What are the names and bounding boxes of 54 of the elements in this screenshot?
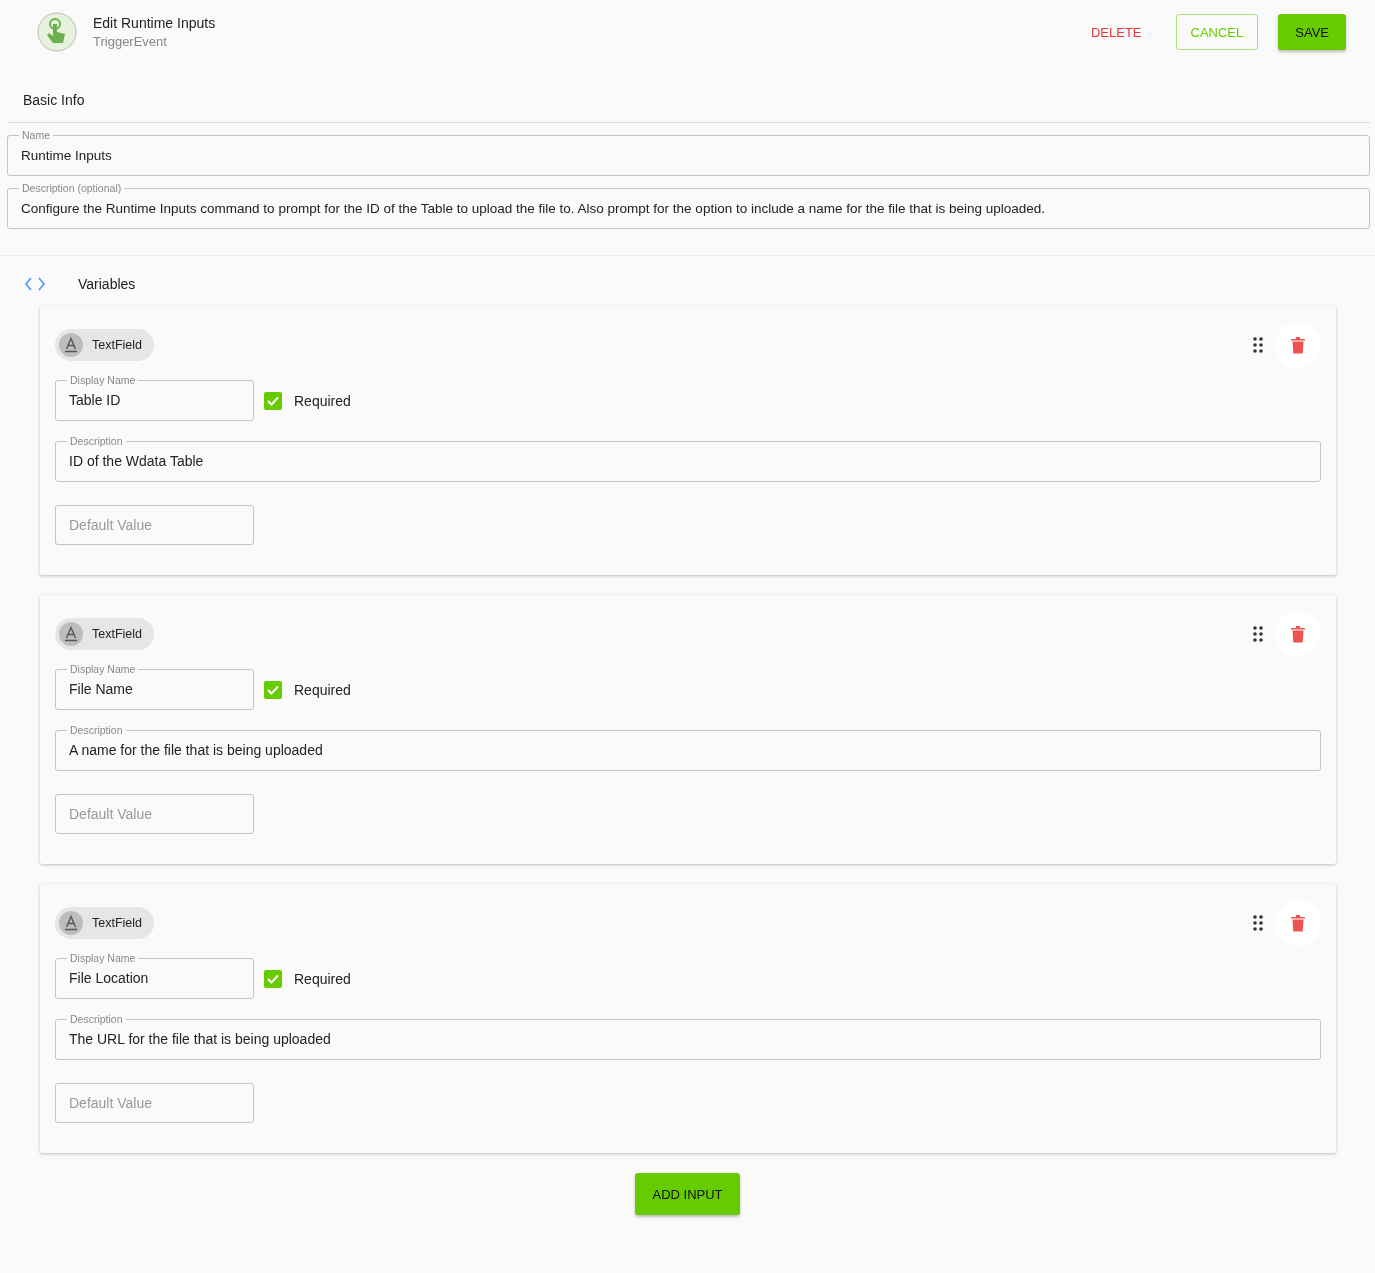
checkbox-label: Required	[294, 681, 351, 698]
type-label: TextField	[92, 338, 143, 352]
field-label: Name	[21, 129, 51, 141]
display-name-input[interactable]: File Name	[69, 675, 240, 703]
default-value-input[interactable]: Default Value	[55, 1083, 254, 1123]
drag-handle-icon[interactable]	[1253, 915, 1263, 931]
field-label: Description (optional)	[21, 182, 123, 194]
letter-a-icon	[59, 911, 83, 935]
name-input[interactable]: Runtime Inputs	[21, 141, 1356, 169]
field-label: Display Name	[69, 663, 137, 675]
type-label: TextField	[92, 916, 143, 930]
display-name-field[interactable]: Display Name File Location	[55, 952, 254, 999]
required-checkbox[interactable]	[264, 391, 282, 410]
save-button[interactable]: SAVE	[1278, 14, 1346, 50]
required-checkbox[interactable]	[264, 680, 282, 699]
description-input[interactable]: A name for the file that is being uploaded	[69, 736, 1307, 764]
display-name-field[interactable]: Display Name File Name	[55, 663, 254, 710]
field-label: Display Name	[69, 952, 137, 964]
drag-handle-icon[interactable]	[1253, 337, 1263, 353]
add-input-button[interactable]: ADD INPUT	[635, 1173, 740, 1215]
letter-a-icon	[59, 622, 83, 646]
page-title: Edit Runtime Inputs	[93, 15, 216, 31]
field-label: Description	[69, 1013, 124, 1025]
description-input[interactable]: ID of the Wdata Table	[69, 447, 1307, 475]
section-heading: Basic Info	[7, 64, 1370, 123]
section-heading: Variables	[78, 276, 136, 292]
field-label: Description	[69, 435, 124, 447]
description-input[interactable]: The URL for the file that is being uploaded	[69, 1025, 1307, 1053]
drag-handle-icon[interactable]	[1253, 626, 1263, 642]
description-field[interactable]: Description ID of the Wdata Table	[55, 435, 1321, 482]
display-name-input[interactable]: File Location	[69, 964, 240, 992]
page-subtitle: TriggerEvent	[93, 34, 168, 49]
code-icon	[24, 277, 46, 291]
checkbox-label: Required	[294, 392, 351, 409]
field-label: Description	[69, 724, 124, 736]
trash-icon	[1291, 336, 1305, 354]
description-field[interactable]: Description The URL for the file that is being uploaded	[55, 1013, 1321, 1060]
trash-icon	[1291, 914, 1305, 932]
description-input[interactable]: Configure the Runtime Inputs command to prompt for the ID of the Table to upload the file to. Also prompt for the option to include a name for the file that is being uploaded.	[21, 194, 1356, 222]
display-name-field[interactable]: Display Name Table ID	[55, 374, 254, 421]
type-label: TextField	[92, 627, 143, 641]
description-field[interactable]: Description A name for the file that is being uploaded	[55, 724, 1321, 771]
checkbox-label: Required	[294, 970, 351, 987]
field-label: Display Name	[69, 374, 137, 386]
default-value-input[interactable]: Default Value	[55, 794, 254, 834]
description-field[interactable]: Description (optional) Configure the Runtime Inputs command to prompt for the ID of the Table to upload the file to. Also prompt for the option to include a name for the file that is being uploaded.	[7, 182, 1370, 229]
display-name-input[interactable]: Table ID	[69, 386, 240, 414]
letter-a-icon	[59, 333, 83, 357]
delete-button[interactable]: DELETE	[1076, 14, 1156, 50]
hand-pointer-icon	[37, 12, 77, 52]
required-checkbox[interactable]	[264, 969, 282, 988]
trash-icon	[1291, 625, 1305, 643]
default-value-input[interactable]: Default Value	[55, 505, 254, 545]
name-field[interactable]: Name Runtime Inputs	[7, 129, 1370, 176]
